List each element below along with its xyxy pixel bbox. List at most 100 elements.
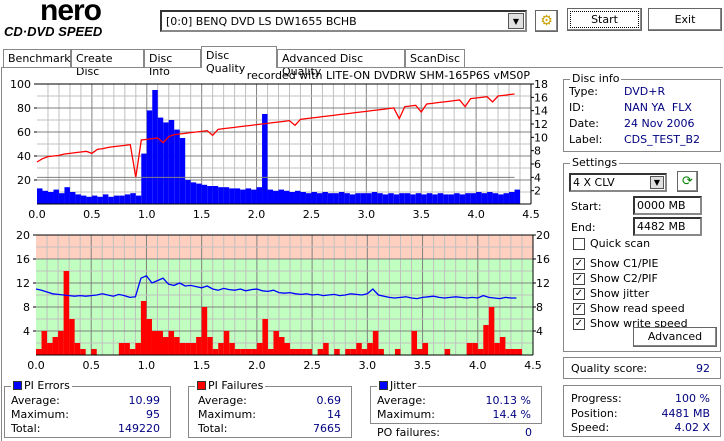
bar — [41, 331, 48, 355]
bar — [174, 129, 180, 204]
jitter-title-text: Jitter — [390, 379, 417, 392]
speed-select[interactable]: 4 X CLV ▼ — [569, 173, 667, 192]
pif-average-label: Average: — [198, 394, 247, 407]
speed-value: 4.02 X — [674, 421, 710, 434]
show-read-speed-label: Show read speed — [590, 302, 685, 315]
pi-failures-title: PI Failures — [195, 379, 266, 392]
bar — [417, 349, 423, 355]
date-value: 24 Nov 2006 — [624, 117, 695, 130]
x-tick-label: 4.5 — [524, 359, 542, 372]
speed-select-value: 4 X CLV — [573, 176, 615, 189]
bar — [356, 343, 362, 355]
bar — [185, 180, 191, 204]
bar — [459, 194, 466, 204]
show-c2-pif-checkbox[interactable]: ✓ — [573, 273, 585, 285]
y-tick-label-right: 4 — [534, 171, 541, 184]
bar — [102, 194, 109, 204]
quality-score-label: Quality score: — [571, 362, 648, 375]
bar — [305, 193, 312, 204]
y-tick-label-left: 8 — [23, 301, 30, 314]
bar — [163, 122, 169, 204]
progress-box: Progress: 100 % Position: 4481 MB Speed:… — [563, 385, 721, 437]
bar — [69, 319, 75, 355]
bar — [371, 192, 378, 204]
y-tick-label-left: 4 — [23, 325, 30, 338]
x-tick-label: 0.0 — [27, 359, 45, 372]
bar — [476, 192, 482, 204]
bar — [151, 331, 158, 355]
speed-label: Speed: — [571, 421, 610, 434]
pie-total-value: 149220 — [118, 422, 160, 435]
bar — [64, 187, 70, 204]
pie-maximum-label: Maximum: — [11, 408, 69, 421]
quick-scan-checkbox[interactable] — [573, 238, 585, 250]
x-tick-label: 2.0 — [248, 208, 266, 221]
bar — [437, 193, 444, 204]
tab-disc-quality[interactable]: Disc Quality — [201, 46, 277, 75]
y-tick-label-right: 6 — [534, 158, 541, 171]
y-tick-label-right: 16 — [536, 253, 550, 266]
bar — [129, 349, 136, 355]
show-c2-pif-label: Show C2/PIF — [590, 272, 658, 285]
bar — [367, 343, 373, 355]
bar — [488, 307, 495, 355]
y-tick-label-right: 12 — [536, 277, 550, 290]
bar — [218, 343, 224, 355]
bar — [481, 193, 488, 204]
bar — [516, 349, 522, 355]
bar — [163, 337, 169, 355]
bar — [421, 194, 427, 204]
x-tick-label: 0.5 — [82, 359, 100, 372]
show-c1-pie-checkbox[interactable]: ✓ — [573, 258, 585, 270]
bar — [141, 153, 147, 204]
bar — [422, 343, 429, 355]
y-tick-label-left: 12 — [16, 277, 30, 290]
bar — [444, 349, 451, 355]
id-label: ID: — [569, 101, 585, 114]
start-input[interactable]: 0000 MB — [633, 196, 702, 215]
bar — [349, 194, 356, 204]
start-button[interactable]: Start — [567, 8, 642, 31]
x-tick-label: 3.0 — [358, 208, 376, 221]
exit-button[interactable]: Exit — [648, 8, 722, 31]
y-tick-label-left: 60 — [17, 126, 31, 139]
jitter-title: Jitter — [377, 379, 419, 392]
bar — [212, 186, 219, 204]
bar — [470, 193, 477, 204]
bar — [140, 301, 147, 355]
bar — [514, 189, 521, 204]
x-tick-label: 4.0 — [467, 208, 485, 221]
bar — [388, 193, 394, 204]
show-write-speed-checkbox[interactable]: ✓ — [573, 318, 585, 330]
jitter-group: Jitter Average: 10.13 % Maximum: 14.4 % — [370, 379, 542, 424]
bar — [262, 114, 268, 204]
bar — [509, 192, 515, 204]
bar — [477, 349, 484, 355]
bar — [295, 349, 302, 355]
y-tick-label-left: 40 — [17, 150, 31, 163]
pie-average-value: 10.99 — [128, 394, 161, 407]
bar — [378, 349, 384, 355]
show-read-speed-checkbox[interactable]: ✓ — [573, 303, 585, 315]
bar — [251, 189, 257, 204]
pie-total-label: Total: — [11, 422, 41, 435]
bar — [399, 193, 405, 204]
bar — [487, 192, 493, 204]
show-jitter-checkbox[interactable]: ✓ — [573, 288, 585, 300]
chevron-down-icon[interactable]: ▼ — [650, 176, 664, 189]
bar — [97, 196, 103, 204]
bar — [168, 331, 175, 355]
bar — [301, 349, 307, 355]
bar — [86, 196, 92, 204]
bar — [234, 349, 241, 355]
end-input[interactable]: 4482 MB — [633, 217, 702, 236]
bar — [196, 183, 202, 204]
bar — [130, 193, 136, 204]
bar — [207, 337, 213, 355]
refresh-icon[interactable]: ⟳ — [677, 171, 698, 192]
pi-errors-color-icon — [13, 381, 22, 390]
advanced-button[interactable]: Advanced — [633, 327, 717, 347]
y-tick-label-right: 12 — [534, 118, 548, 131]
y-tick-label-right: 14 — [534, 105, 548, 118]
bar — [124, 343, 130, 355]
